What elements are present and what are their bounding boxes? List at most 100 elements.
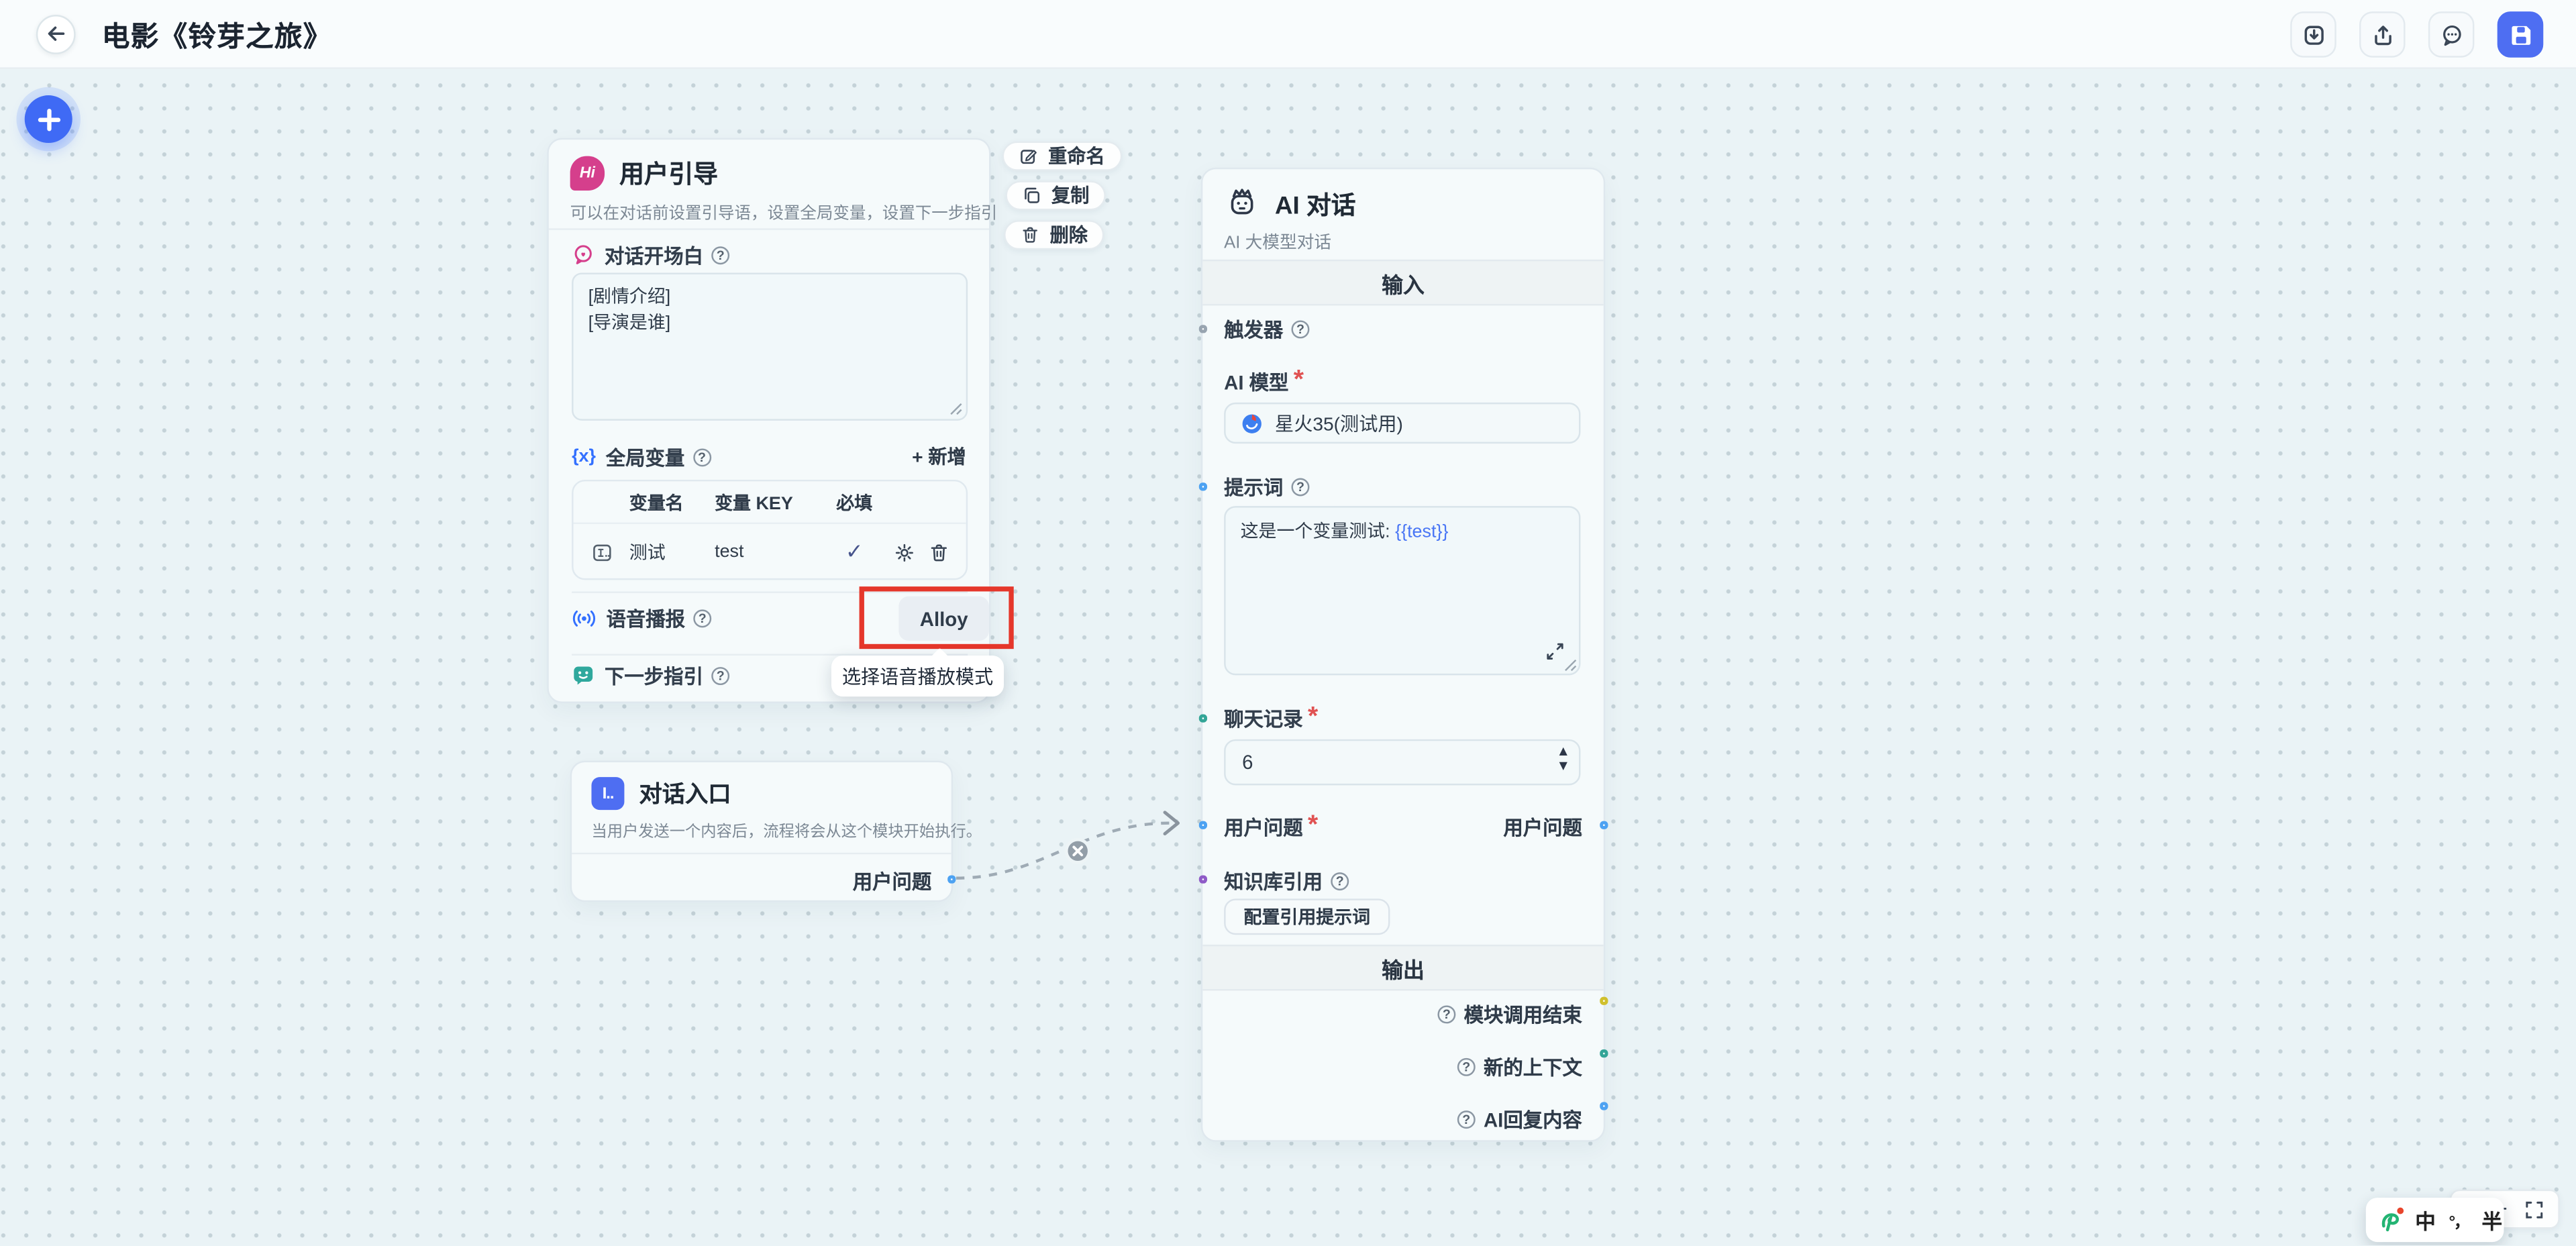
col-key: 变量 KEY [715, 488, 817, 515]
import-button[interactable] [2290, 11, 2336, 58]
help-icon[interactable]: ? [1457, 1058, 1476, 1076]
model-value: 星火35(测试用) [1275, 410, 1403, 436]
help-icon[interactable]: ? [693, 609, 711, 627]
stepper-up-icon[interactable]: ▲ [1559, 746, 1567, 757]
edit-icon [1019, 146, 1038, 165]
opening-textarea-wrap: [剧情介绍] [导演是谁] [572, 272, 968, 420]
stepper-down-icon[interactable]: ▼ [1559, 760, 1567, 770]
feedback-button[interactable] [2428, 11, 2475, 58]
ime-toolbar: 中 °， 半 [2366, 1198, 2504, 1242]
prompt-textarea[interactable]: 这是一个变量测试: {{test}} [1224, 506, 1580, 675]
menu-item-duplicate[interactable]: 复制 [1005, 180, 1105, 209]
edge-arrow-icon [1165, 813, 1178, 834]
input-section-bar: 输入 [1202, 260, 1603, 306]
question-output-label: 用户问题 [1503, 813, 1582, 841]
menu-item-label: 删除 [1050, 221, 1088, 247]
help-icon[interactable]: ? [1292, 319, 1310, 338]
node-description: 可以在对话前设置引导语，设置全局变量，设置下一步指引 [570, 199, 968, 223]
resize-handle-icon[interactable] [948, 401, 963, 415]
workflow-editor: 电影《铃芽之旅》 [0, 0, 2576, 1246]
spark-model-icon [1241, 411, 1264, 434]
help-icon[interactable]: ? [711, 666, 729, 684]
node-title: AI 对话 [1275, 187, 1355, 221]
fullscreen-icon[interactable] [2524, 1198, 2545, 1220]
ime-width-toggle[interactable]: 半 [2481, 1204, 2502, 1236]
prompt-label: 提示词 [1224, 472, 1283, 501]
topbar-actions [2290, 11, 2543, 58]
broadcast-icon [572, 607, 597, 629]
port-prompt-in[interactable] [1199, 482, 1206, 490]
add-variable-button[interactable]: + 新增 [912, 444, 966, 470]
opening-label: 对话开场白 [605, 241, 703, 269]
port-question-out[interactable] [1600, 821, 1607, 829]
import-icon [2301, 22, 2326, 47]
output-row-finish: ? 模块调用结束 [1437, 1000, 1582, 1029]
export-icon [2370, 22, 2395, 47]
opening-textarea[interactable]: [剧情介绍] [导演是谁] [574, 274, 966, 419]
kb-config-button[interactable]: 配置引用提示词 [1224, 898, 1390, 935]
help-icon[interactable]: ? [1331, 872, 1349, 890]
question-label: 用户问题 [1224, 813, 1303, 841]
node-chat-entry[interactable]: I.. 对话入口 当用户发送一个内容后，流程将会从这个模块开始执行。 用户问题 [570, 761, 954, 902]
tts-voice-button[interactable]: Alloy [898, 596, 989, 641]
trash-icon[interactable] [928, 541, 949, 563]
output-label: AI回复内容 [1484, 1106, 1582, 1134]
node-user-guide[interactable]: Hi 用户引导 可以在对话前设置引导语，设置全局变量，设置下一步指引 对话开场白… [547, 138, 990, 703]
plus-icon [37, 107, 60, 130]
save-button[interactable] [2497, 11, 2544, 58]
flow-canvas[interactable]: Hi 用户引导 可以在对话前设置引导语，设置全局变量，设置下一步指引 对话开场白… [0, 69, 2576, 1246]
variables-label: 全局变量 [606, 443, 685, 471]
history-stepper: ▲ ▼ [1559, 746, 1567, 771]
gear-icon[interactable] [894, 541, 915, 563]
braces-x-icon: {x} [572, 447, 596, 466]
menu-item-delete[interactable]: 删除 [1004, 219, 1104, 249]
help-icon[interactable]: ? [711, 246, 729, 264]
port-kb-in[interactable] [1199, 875, 1206, 882]
col-name: 变量名 [629, 488, 715, 515]
port-trigger-in[interactable] [1199, 325, 1206, 332]
hi-bubble-icon: Hi [570, 156, 605, 191]
port-context-out[interactable] [1600, 1049, 1607, 1057]
port-finish-out[interactable] [1600, 997, 1607, 1004]
history-label: 聊天记录 [1224, 704, 1303, 732]
col-required: 必填 [817, 488, 892, 515]
port-user-question-out[interactable] [947, 875, 955, 882]
help-icon[interactable]: ? [1457, 1110, 1476, 1129]
output-row-answer: ? AI回复内容 [1457, 1106, 1582, 1134]
back-button[interactable] [36, 14, 76, 54]
port-answer-out[interactable] [1600, 1102, 1607, 1109]
ime-punct-toggle[interactable]: °， [2449, 1208, 2469, 1233]
close-icon [1071, 845, 1084, 858]
entry-output-row: 用户问题 [572, 853, 951, 904]
variable-table-row: 测试 test ✓ [574, 524, 966, 580]
output-label: 模块调用结束 [1464, 1000, 1582, 1029]
comment-icon [2439, 22, 2464, 47]
export-button[interactable] [2359, 11, 2406, 58]
edge-delete-button[interactable] [1065, 838, 1091, 864]
opening-row: 对话开场白 ? [572, 242, 966, 268]
edge-path [956, 823, 1170, 878]
trash-icon [1021, 224, 1040, 244]
entry-output-label: 用户问题 [853, 868, 932, 896]
model-select[interactable]: 星火35(测试用) [1224, 403, 1580, 444]
add-node-button[interactable] [25, 95, 72, 143]
menu-item-label: 复制 [1051, 182, 1089, 208]
output-section-label: 输出 [1382, 952, 1425, 984]
kb-label: 知识库引用 [1224, 867, 1323, 895]
resize-handle-icon[interactable] [1563, 657, 1578, 672]
menu-item-rename[interactable]: 重命名 [1002, 140, 1122, 170]
output-label: 新的上下文 [1484, 1053, 1582, 1081]
prompt-text: 这是一个变量测试: [1241, 523, 1395, 542]
help-icon[interactable]: ? [1292, 477, 1310, 495]
history-input[interactable] [1224, 739, 1580, 786]
ime-logo-icon[interactable] [2381, 1208, 2402, 1231]
ime-lang-toggle[interactable]: 中 [2415, 1204, 2436, 1236]
node-title: 对话入口 [639, 777, 731, 810]
help-icon[interactable]: ? [693, 448, 711, 466]
node-ai-chat[interactable]: AI 对话 AI 大模型对话 输入 触发器 ? AI 模型* [1201, 168, 1605, 1142]
port-history-in[interactable] [1199, 714, 1206, 721]
port-question-in[interactable] [1199, 821, 1206, 829]
trigger-row: 触发器 ? [1224, 315, 1582, 342]
help-icon[interactable]: ? [1437, 1005, 1455, 1023]
variables-table-header: 变量名 变量 KEY 必填 [574, 481, 966, 524]
